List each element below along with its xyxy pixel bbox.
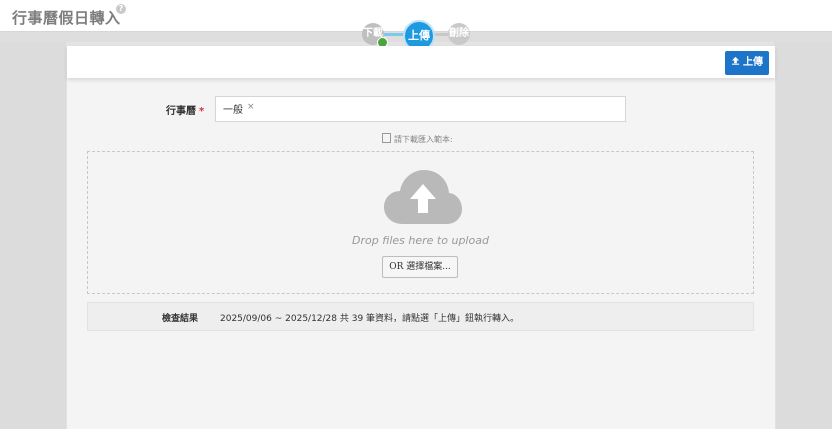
document-icon — [382, 133, 391, 143]
upload-button[interactable]: 上傳 — [725, 51, 769, 75]
calendar-tag: 一般 — [223, 105, 243, 116]
check-result-row: 檢查結果 2025/09/06 ~ 2025/12/28 共 39 筆資料，請點… — [87, 302, 754, 331]
drop-message: Drop files here to upload — [352, 234, 489, 247]
calendar-label-text: 行事曆 — [166, 106, 196, 117]
template-download-link[interactable]: 請下載匯入範本: — [382, 133, 453, 145]
right-gutter — [774, 42, 832, 429]
choose-file-button[interactable]: OR 選擇檔案... — [382, 256, 458, 278]
help-icon[interactable]: ? — [116, 4, 126, 14]
check-result-text: 2025/09/06 ~ 2025/12/28 共 39 筆資料，請點選「上傳」… — [220, 314, 520, 324]
step-delete[interactable]: 刪除 — [448, 23, 470, 45]
cloud-upload-icon — [384, 170, 462, 224]
left-gutter — [0, 42, 66, 429]
calendar-tag-input[interactable]: 一般 × — [215, 96, 626, 122]
tag-remove-icon[interactable]: × — [247, 102, 255, 112]
upload-icon — [731, 51, 740, 75]
template-hint-text: 請下載匯入範本: — [394, 135, 453, 144]
required-mark: * — [199, 106, 205, 117]
upload-button-label: 上傳 — [743, 57, 763, 68]
panel-toolbar: 上傳 — [67, 46, 775, 78]
page-title: 行事曆假日轉入 — [12, 9, 121, 27]
file-dropzone[interactable]: Drop files here to upload OR 選擇檔案... — [87, 151, 754, 294]
calendar-field-label: 行事曆 * — [166, 102, 204, 117]
check-result-label: 檢查結果 — [162, 314, 199, 324]
